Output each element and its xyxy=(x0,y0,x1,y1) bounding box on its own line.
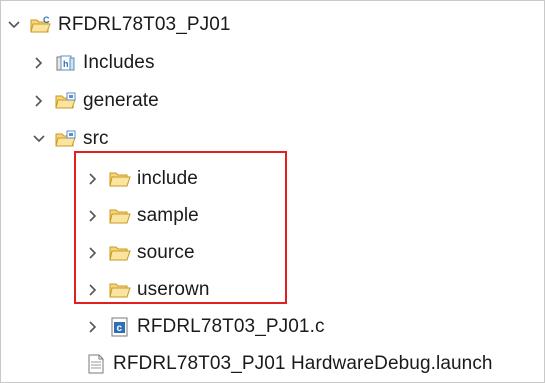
tree-item-label: RFDRL78T03_PJ01 HardwareDebug.launch xyxy=(113,353,493,374)
tree-item-src[interactable]: src xyxy=(31,124,109,154)
tree-item-label: source xyxy=(137,242,195,263)
includes-icon: h xyxy=(56,55,75,71)
tree-item-label: userown xyxy=(137,279,210,300)
chevron-right-icon[interactable] xyxy=(31,93,47,109)
folder-icon xyxy=(109,209,131,224)
chevron-right-icon[interactable] xyxy=(85,282,101,298)
tree-item-c-file[interactable]: c RFDRL78T03_PJ01.c xyxy=(85,312,325,342)
tree-item-folder-source[interactable]: source xyxy=(85,238,195,268)
source-folder-icon xyxy=(55,92,76,109)
tree-item-label: generate xyxy=(83,90,159,111)
tree-item-label: RFDRL78T03_PJ01.c xyxy=(137,316,325,337)
chevron-down-icon[interactable] xyxy=(6,17,22,33)
tree-item-launch-file[interactable]: RFDRL78T03_PJ01 HardwareDebug.launch xyxy=(85,349,493,379)
source-folder-icon xyxy=(55,130,76,147)
tree-item-folder-sample[interactable]: sample xyxy=(85,201,199,231)
launch-file-icon xyxy=(88,354,104,374)
tree-item-folder-userown[interactable]: userown xyxy=(85,275,210,305)
tree-item-generate[interactable]: generate xyxy=(31,86,159,116)
tree-item-project[interactable]: C RFDRL78T03_PJ01 xyxy=(6,10,231,40)
c-file-icon: c xyxy=(111,317,128,337)
chevron-right-icon[interactable] xyxy=(85,208,101,224)
tree-item-label: sample xyxy=(137,205,199,226)
chevron-right-icon[interactable] xyxy=(85,171,101,187)
chevron-right-icon[interactable] xyxy=(85,245,101,261)
svg-text:c: c xyxy=(117,323,123,334)
chevron-right-icon[interactable] xyxy=(31,55,47,71)
folder-icon xyxy=(109,283,131,298)
tree-item-label: include xyxy=(137,168,198,189)
chevron-down-icon[interactable] xyxy=(31,131,47,147)
tree-item-label: src xyxy=(83,128,109,149)
tree-item-label: Includes xyxy=(83,52,155,73)
svg-text:C: C xyxy=(43,15,50,25)
tree-item-folder-include[interactable]: include xyxy=(85,164,198,194)
project-explorer-tree: C RFDRL78T03_PJ01 h Includes generate sr… xyxy=(0,0,545,383)
folder-icon xyxy=(109,172,131,187)
c-project-icon: C xyxy=(30,15,51,33)
chevron-right-icon[interactable] xyxy=(85,319,101,335)
tree-item-includes[interactable]: h Includes xyxy=(31,48,155,78)
folder-icon xyxy=(109,246,131,261)
svg-text:h: h xyxy=(63,59,69,69)
tree-item-label: RFDRL78T03_PJ01 xyxy=(58,14,231,35)
